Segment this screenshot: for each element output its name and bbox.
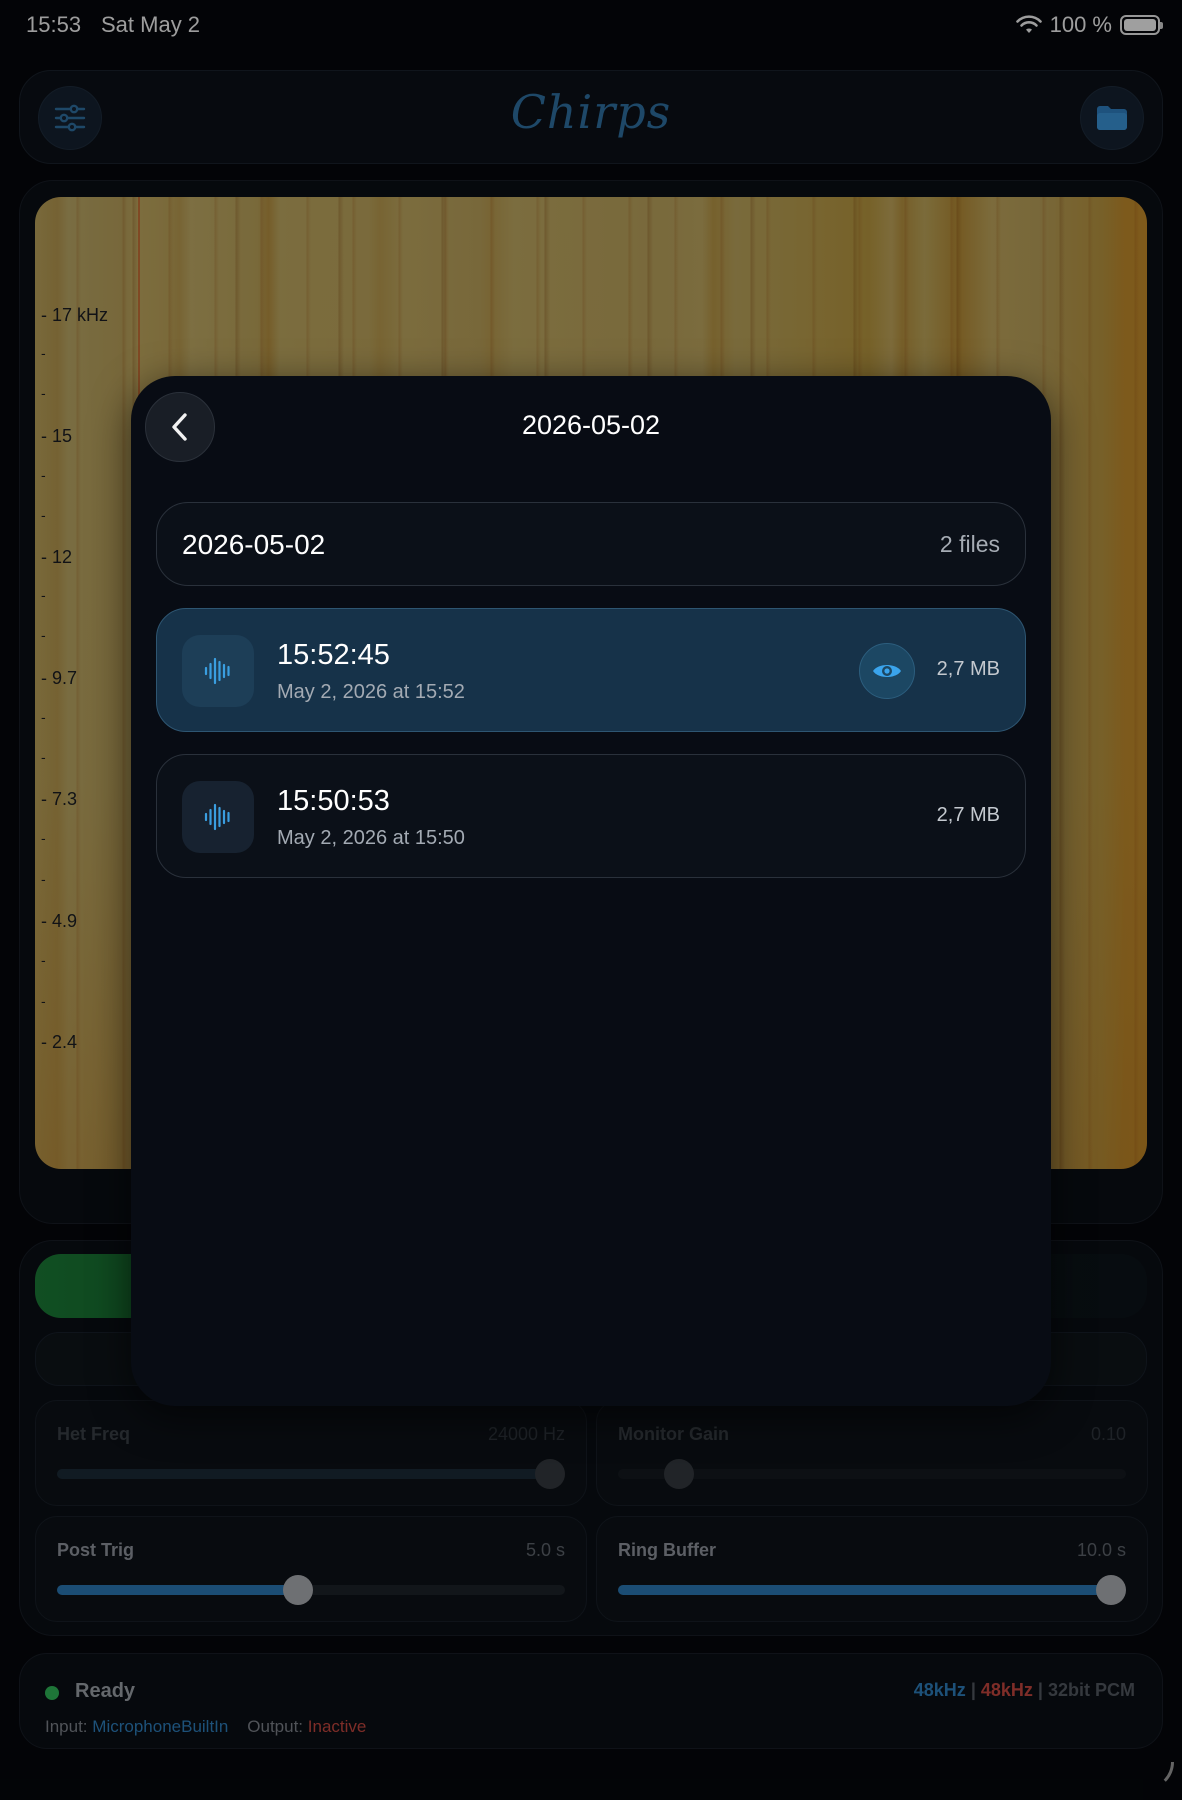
file-name: 15:50:53 xyxy=(277,785,390,817)
file-name: 15:52:45 xyxy=(277,639,390,671)
date-group-row[interactable]: 2026-05-02 2 files xyxy=(156,502,1026,586)
group-file-count: 2 files xyxy=(939,531,1000,557)
waveform-icon xyxy=(182,635,254,707)
file-size: 2,7 MB xyxy=(936,804,1000,826)
waveform-icon xyxy=(182,781,254,853)
preview-button[interactable] xyxy=(859,643,915,699)
file-date: May 2, 2026 at 15:50 xyxy=(277,827,465,849)
sheet-title: 2026-05-02 xyxy=(521,410,661,440)
file-row[interactable]: 15:52:45 May 2, 2026 at 15:52 2,7 MB xyxy=(156,608,1026,732)
file-date: May 2, 2026 at 15:52 xyxy=(277,681,465,703)
file-size: 2,7 MB xyxy=(936,658,1000,680)
eye-icon xyxy=(873,665,901,677)
group-title: 2026-05-02 xyxy=(182,529,326,560)
file-row[interactable]: 15:50:53 May 2, 2026 at 15:50 2,7 MB xyxy=(156,754,1026,878)
recordings-sheet: 2026-05-02 2026-05-02 2 files 15:52:45 M… xyxy=(131,376,1051,1406)
